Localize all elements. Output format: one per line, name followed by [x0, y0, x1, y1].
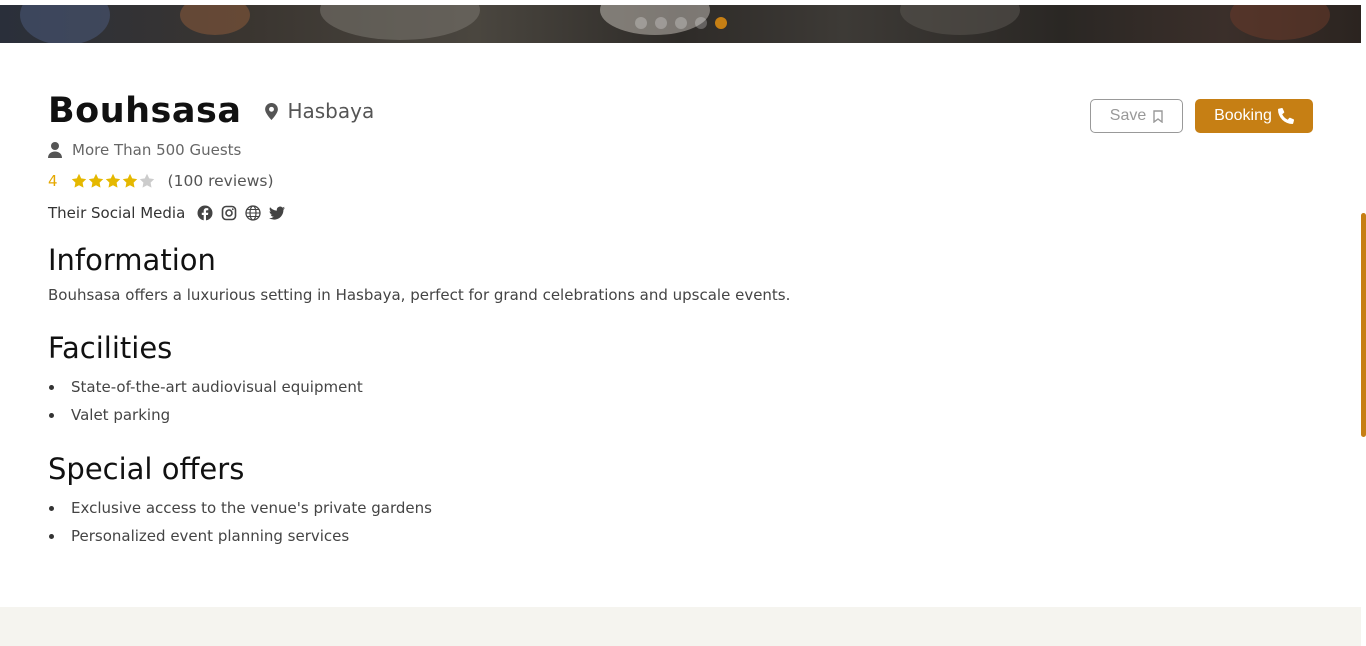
facebook-icon[interactable] [197, 205, 213, 221]
list-item: Exclusive access to the venue's private … [48, 494, 1313, 522]
instagram-icon[interactable] [221, 205, 237, 221]
booking-label: Booking [1214, 107, 1272, 124]
facilities-heading: Facilities [48, 331, 173, 365]
list-item: State-of-the-art audiovisual equipment [48, 373, 1313, 401]
star-filled-icon [71, 173, 86, 188]
venue-details: Bouhsasa Hasbaya Save Booking More Than … [48, 90, 1313, 550]
reviews-count[interactable]: (100 reviews) [168, 172, 274, 190]
hero-image-carousel [0, 5, 1361, 43]
list-item: Valet parking [48, 401, 1313, 429]
hero-image-detail [320, 5, 480, 40]
information-heading: Information [48, 243, 216, 277]
rating-stars [71, 173, 155, 189]
hero-image-detail [20, 5, 110, 43]
carousel-dot[interactable] [635, 17, 647, 29]
carousel-dot-active[interactable] [715, 17, 727, 29]
venue-location: Hasbaya [265, 99, 374, 123]
scrollbar-thumb[interactable] [1361, 213, 1366, 437]
footer-section [0, 607, 1361, 646]
star-empty-icon [139, 173, 154, 188]
information-text: Bouhsasa offers a luxurious setting in H… [48, 286, 791, 304]
star-filled-icon [122, 173, 137, 188]
facilities-list: State-of-the-art audiovisual equipment V… [48, 373, 1313, 429]
star-filled-icon [105, 173, 120, 188]
rating-value: 4 [48, 172, 58, 190]
hero-image-detail [900, 5, 1020, 35]
venue-actions: Save Booking [1090, 99, 1313, 133]
list-item: Personalized event planning services [48, 522, 1313, 550]
twitter-icon[interactable] [269, 205, 286, 221]
social-icons [197, 205, 286, 221]
hero-image-detail [180, 5, 250, 35]
location-text: Hasbaya [287, 99, 375, 123]
carousel-dots [635, 17, 727, 29]
booking-button[interactable]: Booking [1195, 99, 1313, 133]
phone-icon [1277, 108, 1294, 124]
venue-name: Bouhsasa [48, 91, 242, 131]
carousel-dot[interactable] [695, 17, 707, 29]
social-media: Their Social Media [48, 202, 1313, 224]
star-filled-icon [88, 173, 103, 188]
bookmark-icon [1153, 109, 1163, 123]
globe-icon[interactable] [245, 205, 261, 221]
save-button[interactable]: Save [1090, 99, 1183, 133]
special-offers-heading: Special offers [48, 452, 245, 486]
user-icon [48, 142, 62, 158]
hero-image-detail [1230, 5, 1330, 40]
special-offers-list: Exclusive access to the venue's private … [48, 494, 1313, 550]
guest-capacity: More Than 500 Guests [48, 139, 1313, 161]
social-media-label: Their Social Media [48, 204, 186, 222]
guest-capacity-text: More Than 500 Guests [72, 141, 242, 159]
rating: 4 (100 reviews) [48, 170, 1313, 192]
carousel-dot[interactable] [655, 17, 667, 29]
carousel-dot[interactable] [675, 17, 687, 29]
map-pin-icon [265, 102, 279, 120]
save-label: Save [1109, 107, 1147, 124]
